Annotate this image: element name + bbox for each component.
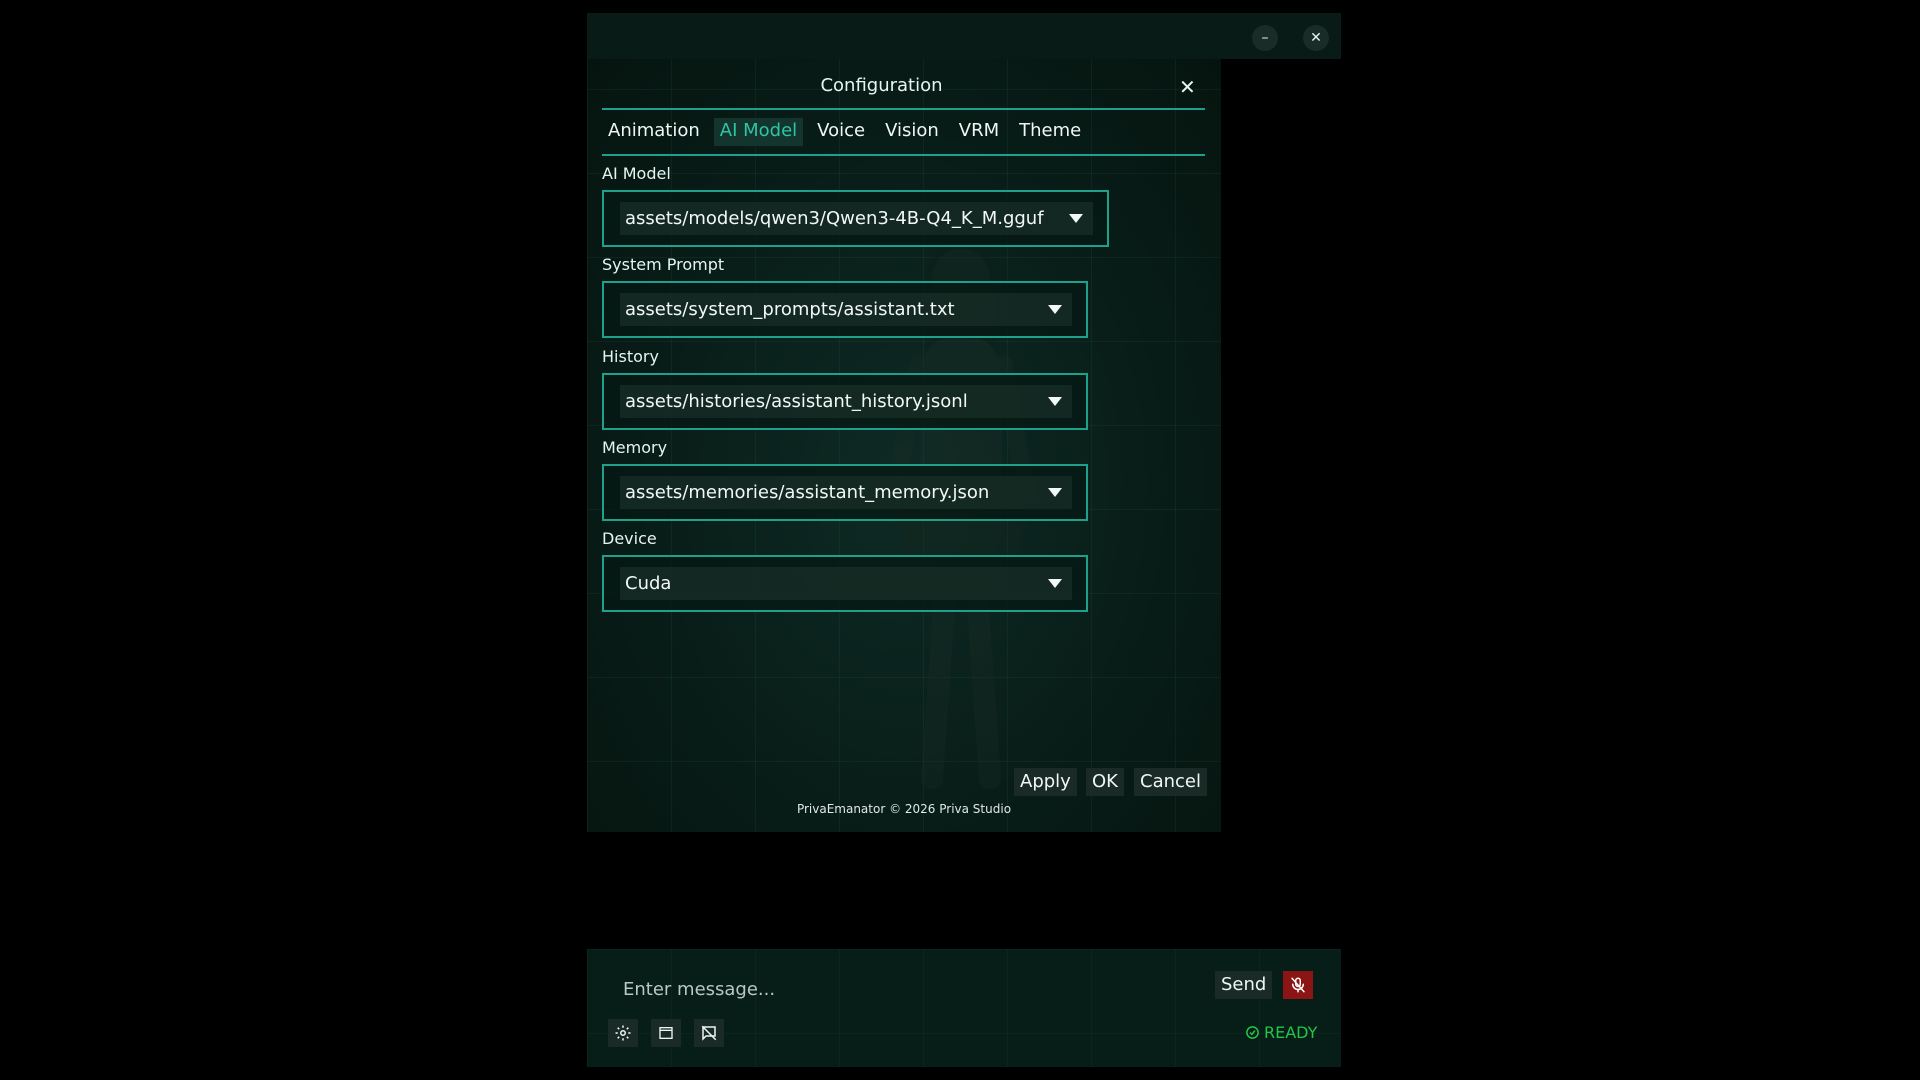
chat-bar: Send READY (587, 949, 1341, 1067)
apply-button[interactable]: Apply (1014, 768, 1077, 796)
history-value: assets/histories/assistant_history.jsonl (625, 391, 968, 412)
chevron-down-icon (1048, 579, 1062, 588)
title-bar: – ✕ (587, 13, 1341, 59)
close-icon: ✕ (1310, 30, 1322, 46)
memory-select[interactable]: assets/memories/assistant_memory.json (602, 464, 1088, 521)
close-icon: ✕ (1179, 75, 1196, 99)
system-prompt-select[interactable]: assets/system_prompts/assistant.txt (602, 281, 1088, 338)
mic-toggle-button[interactable] (1283, 971, 1313, 999)
status-indicator: READY (1245, 1023, 1317, 1042)
configuration-dialog: Configuration ✕ Animation AI Model Voice… (587, 59, 1221, 832)
chevron-down-icon (1048, 488, 1062, 497)
device-value: Cuda (625, 573, 672, 594)
message-input[interactable] (621, 973, 1185, 1005)
send-button[interactable]: Send (1215, 971, 1273, 999)
tab-vision[interactable]: Vision (879, 118, 945, 146)
tab-ai-model[interactable]: AI Model (713, 118, 804, 146)
dialog-close-button[interactable]: ✕ (1179, 75, 1196, 99)
ai-model-value: assets/models/qwen3/Qwen3-4B-Q4_K_M.gguf (625, 208, 1044, 229)
divider (602, 108, 1205, 110)
tab-voice[interactable]: Voice (811, 118, 871, 146)
chevron-down-icon (1048, 397, 1062, 406)
window-icon (659, 1027, 673, 1039)
dialog-title: Configuration (820, 75, 943, 96)
ai-model-select[interactable]: assets/models/qwen3/Qwen3-4B-Q4_K_M.gguf (602, 190, 1109, 247)
cancel-button[interactable]: Cancel (1134, 768, 1207, 796)
tab-theme[interactable]: Theme (1013, 118, 1087, 146)
chat-off-icon (701, 1025, 717, 1041)
tab-divider (602, 154, 1205, 156)
settings-icon (615, 1025, 631, 1041)
device-select[interactable]: Cuda (602, 555, 1088, 612)
device-label: Device (602, 529, 657, 548)
chevron-down-icon (1069, 214, 1083, 223)
settings-button[interactable] (608, 1019, 638, 1047)
history-label: History (602, 347, 659, 366)
chat-toggle-button[interactable] (694, 1019, 724, 1047)
minimize-button[interactable]: – (1252, 25, 1278, 51)
tab-vrm[interactable]: VRM (953, 118, 1005, 146)
ai-model-label: AI Model (602, 164, 671, 183)
tab-bar: Animation AI Model Voice Vision VRM Them… (602, 118, 1095, 146)
memory-value: assets/memories/assistant_memory.json (625, 482, 990, 503)
copyright-text: PrivaEmanator © 2026 Priva Studio (796, 802, 1012, 816)
check-circle-icon (1246, 1026, 1259, 1039)
chevron-down-icon (1048, 305, 1062, 314)
window-close-button[interactable]: ✕ (1303, 25, 1329, 51)
ok-button[interactable]: OK (1086, 768, 1124, 796)
tab-animation[interactable]: Animation (602, 118, 706, 146)
window-button[interactable] (651, 1019, 681, 1047)
memory-label: Memory (602, 438, 668, 457)
status-text: READY (1264, 1023, 1318, 1042)
history-select[interactable]: assets/histories/assistant_history.jsonl (602, 373, 1088, 430)
system-prompt-label: System Prompt (602, 255, 725, 274)
system-prompt-value: assets/system_prompts/assistant.txt (625, 299, 955, 320)
mic-off-icon (1291, 977, 1305, 993)
minimize-icon: – (1261, 30, 1269, 46)
